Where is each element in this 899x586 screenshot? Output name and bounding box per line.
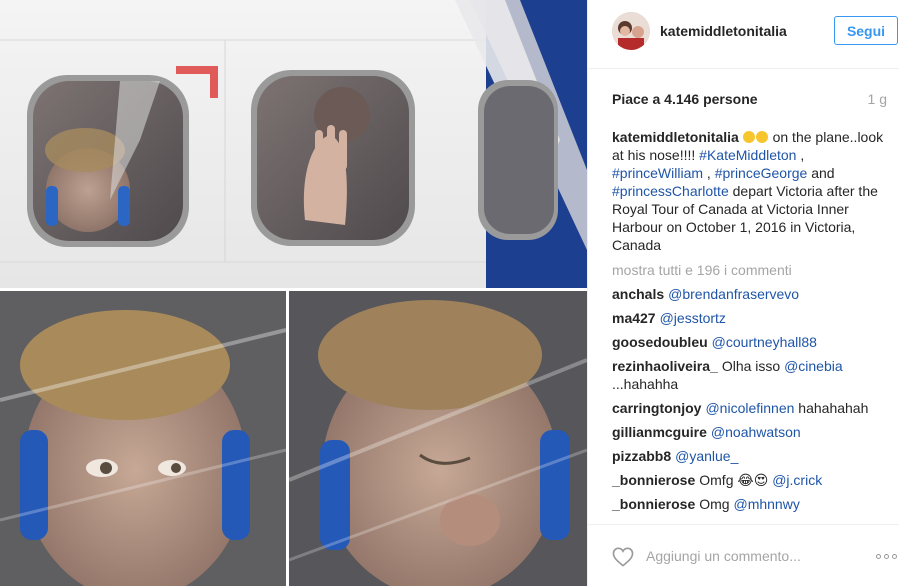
caption-text: and [807, 165, 835, 181]
comment: gillianmcguire @noahwatson [612, 423, 899, 441]
comment-username[interactable]: carringtonjoy [612, 400, 701, 416]
comment-username[interactable]: pizzabb8 [612, 448, 671, 464]
hashtag-link[interactable]: #KateMiddleton [699, 147, 796, 163]
comment-mention[interactable]: @courtneyhall88 [712, 334, 817, 350]
post-caption: katemiddletonitalia on the plane..look a… [612, 128, 888, 254]
post-photo [0, 0, 587, 586]
comment: rezinhaoliveira_ Olha isso @cinebia ...ha… [612, 357, 899, 393]
comment-username[interactable]: goosedoubleu [612, 334, 708, 350]
comment-username[interactable]: anchals [612, 286, 664, 302]
heart-outline-icon[interactable] [612, 547, 634, 567]
author-username[interactable]: katemiddletonitalia [660, 23, 787, 39]
add-comment-input[interactable] [646, 545, 846, 567]
laughing-emoji-icon [742, 131, 755, 143]
comment-username[interactable]: _bonnierose [612, 472, 695, 488]
more-options-icon[interactable] [876, 549, 899, 563]
comment-username[interactable]: rezinhaoliveira_ [612, 358, 718, 374]
comment-username[interactable]: ma427 [612, 310, 656, 326]
comment: ma427 @jesstortz [612, 309, 899, 327]
hashtag-link[interactable]: #princeGeorge [715, 165, 808, 181]
likes-count[interactable]: Piace a 4.146 persone [612, 91, 758, 107]
comments-list: anchals @brendanfraservevo ma427 @jesstort… [612, 285, 899, 519]
comment-footer [588, 524, 899, 586]
follow-button[interactable]: Segui [834, 16, 898, 45]
post-details-panel: katemiddletonitalia Segui Piace a 4.146 … [587, 0, 899, 586]
dot-icon [892, 553, 897, 559]
comment-text: ...hahahha [612, 376, 679, 392]
comment: _bonnierose Omg @mhnnwy [612, 495, 899, 513]
post-photo-collage[interactable] [0, 0, 587, 586]
comment: goosedoubleu @courtneyhall88 [612, 333, 899, 351]
laughing-emoji-icon [755, 131, 768, 143]
caption-username[interactable]: katemiddletonitalia [612, 129, 739, 145]
dot-icon [876, 553, 881, 559]
comment: anchals @brendanfraservevo [612, 285, 899, 303]
comment: _bonnierose Omfg 😂😍 @j.crick [612, 471, 899, 489]
comment-mention[interactable]: @nicolefinnen [705, 400, 794, 416]
comment-username[interactable]: _bonnierose [612, 496, 695, 512]
comment-mention[interactable]: @mhnnwy [733, 496, 799, 512]
comment-text: Omfg [699, 472, 738, 488]
comment-mention[interactable]: @cinebia [784, 358, 843, 374]
dot-icon [884, 553, 889, 559]
comment-text: Olha isso [721, 358, 785, 374]
comment-mention[interactable]: @j.crick [772, 472, 822, 488]
comment-text: hahahahah [794, 400, 869, 416]
comment-mention[interactable]: @yanlue_ [675, 448, 738, 464]
comment-emoji: 😂😍 [737, 472, 769, 488]
caption-text: , [703, 165, 715, 181]
comment: carringtonjoy @nicolefinnen hahahahah [612, 399, 899, 417]
post-header: katemiddletonitalia Segui [588, 0, 899, 69]
avatar[interactable] [612, 12, 650, 50]
caption-text: , [796, 147, 805, 163]
comment-mention[interactable]: @jesstortz [660, 310, 726, 326]
hashtag-link[interactable]: #princeWilliam [612, 165, 703, 181]
comment-mention[interactable]: @noahwatson [711, 424, 801, 440]
show-all-comments-link[interactable]: mostra tutti e 196 i commenti [612, 262, 792, 278]
post-age: 1 g [867, 91, 887, 107]
comment-username[interactable]: gillianmcguire [612, 424, 707, 440]
comment: pizzabb8 @yanlue_ [612, 447, 899, 465]
comment-mention[interactable]: @brendanfraservevo [668, 286, 799, 302]
comment-text: Omg [699, 496, 734, 512]
hashtag-link[interactable]: #princessCharlotte [612, 183, 729, 199]
